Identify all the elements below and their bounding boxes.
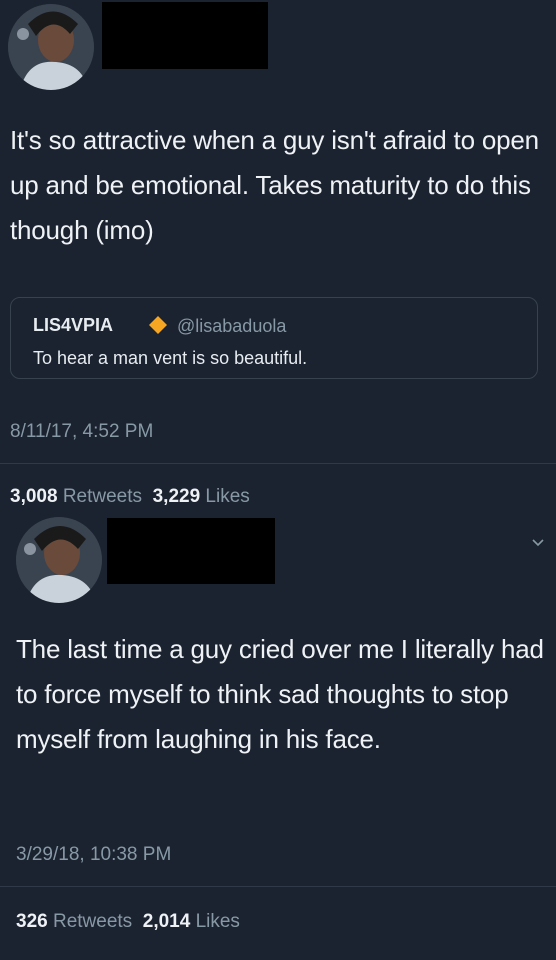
quoted-author-name: LIS4VPIA [33, 315, 114, 335]
timestamp: 8/11/17, 4:52 PM [10, 421, 154, 442]
like-count[interactable]: 3,229 [153, 486, 201, 507]
divider [0, 886, 556, 887]
quoted-tweet[interactable]: LIS4VPIA @lisabaduola To hear a man vent… [10, 297, 538, 379]
divider [0, 463, 556, 464]
redacted-name [107, 518, 275, 584]
engagement-stats: 326 Retweets 2,014 Likes [16, 911, 240, 933]
avatar[interactable] [8, 4, 94, 90]
tweet-text: It's so attractive when a guy isn't afra… [10, 125, 539, 245]
tweet-text: The last time a guy cried over me I lite… [16, 634, 544, 754]
redacted-name [102, 2, 268, 69]
timestamp: 3/29/18, 10:38 PM [16, 844, 172, 865]
likes-label: Likes [205, 486, 250, 507]
tweet-1: It's so attractive when a guy isn't afra… [0, 0, 556, 515]
quoted-author-handle: @lisabaduola [177, 316, 287, 336]
retweet-count[interactable]: 326 [16, 911, 48, 932]
engagement-stats: 3,008 Retweets 3,229 Likes [10, 486, 250, 508]
like-count[interactable]: 2,014 [143, 911, 191, 932]
orange-diamond-icon [149, 316, 167, 334]
avatar[interactable] [16, 517, 102, 603]
quoted-tweet-text: To hear a man vent is so beautiful. [33, 348, 308, 368]
chevron-down-icon[interactable] [530, 535, 546, 551]
tweet-2: The last time a guy cried over me I lite… [0, 515, 556, 960]
retweet-count[interactable]: 3,008 [10, 486, 58, 507]
retweets-label: Retweets [62, 486, 143, 507]
retweets-label: Retweets [52, 911, 133, 932]
likes-label: Likes [195, 911, 240, 932]
